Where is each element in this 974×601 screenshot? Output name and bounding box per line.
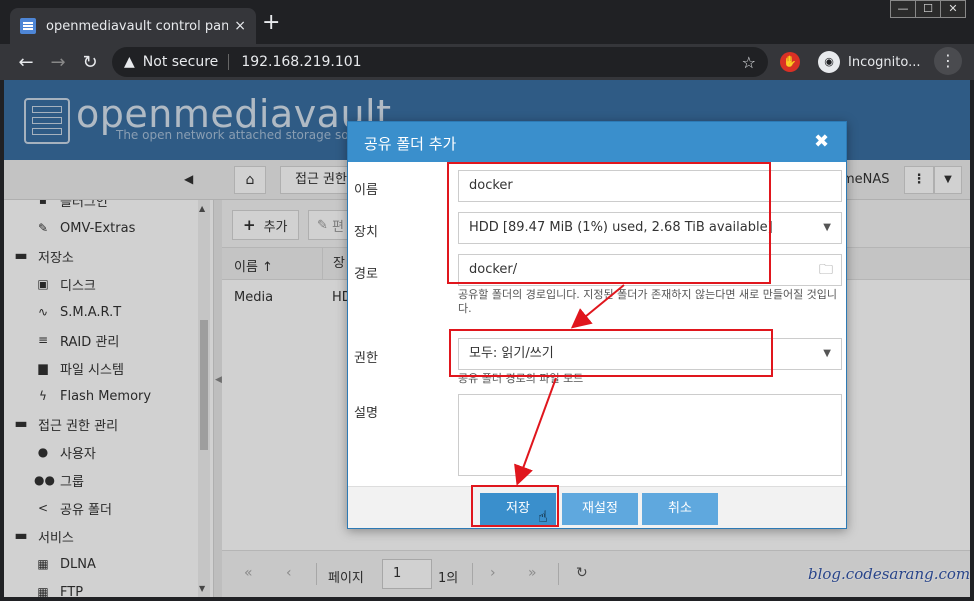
incognito-icon: ◉ bbox=[818, 51, 840, 73]
close-icon[interactable]: ✖ bbox=[814, 131, 829, 152]
reset-button[interactable]: 재설정 bbox=[562, 493, 638, 525]
permission-label: 권한 bbox=[354, 351, 378, 366]
description-label: 설명 bbox=[354, 406, 378, 421]
incognito-label: Incognito... bbox=[848, 54, 921, 70]
forward-button[interactable]: → bbox=[42, 52, 74, 73]
browser-tab-bar: openmediavault control panel - × + — ☐ ✕ bbox=[0, 0, 974, 44]
address-bar[interactable]: ▲ Not secure 192.168.219.101 ☆ bbox=[112, 47, 768, 77]
incognito-indicator[interactable]: ◉ Incognito... bbox=[818, 49, 921, 75]
dialog-title: 공유 폴더 추가 bbox=[364, 135, 457, 153]
window-controls: — ☐ ✕ bbox=[890, 0, 966, 18]
tab-title: openmediavault control panel - bbox=[46, 18, 229, 34]
browser-tab[interactable]: openmediavault control panel - × bbox=[10, 8, 256, 44]
minimize-button[interactable]: — bbox=[890, 0, 916, 18]
description-textarea[interactable] bbox=[458, 394, 842, 476]
dialog-footer: 저장 재설정 취소 ☝ bbox=[348, 486, 846, 528]
chevron-down-icon: ▼ bbox=[823, 222, 831, 233]
warning-triangle-icon: ▲ bbox=[124, 54, 135, 70]
path-hint: 공유할 폴더의 경로입니다. 지정된 폴더가 존재하지 않는다면 새로 만들어질… bbox=[458, 288, 838, 315]
maximize-button[interactable]: ☐ bbox=[915, 0, 941, 18]
browser-menu-button[interactable]: ⋮ bbox=[934, 47, 962, 75]
extension-stop-icon[interactable]: ✋ bbox=[780, 52, 800, 72]
annotation-box-permission bbox=[449, 329, 773, 377]
name-label: 이름 bbox=[354, 183, 378, 198]
url-text[interactable]: 192.168.219.101 bbox=[241, 54, 741, 70]
cancel-button[interactable]: 취소 bbox=[642, 493, 718, 525]
reload-button[interactable]: ↻ bbox=[74, 52, 106, 73]
new-tab-button[interactable]: + bbox=[262, 12, 280, 34]
folder-icon[interactable]: 🗀 bbox=[819, 255, 833, 285]
tab-close-icon[interactable]: × bbox=[234, 18, 246, 34]
omv-page: openmediavault The open network attached… bbox=[4, 80, 970, 597]
bookmark-star-icon[interactable]: ☆ bbox=[742, 53, 756, 72]
omnibox-divider bbox=[228, 54, 230, 70]
omv-favicon-icon bbox=[20, 18, 36, 34]
not-secure-label: Not secure bbox=[142, 54, 219, 70]
path-label: 경로 bbox=[354, 267, 378, 282]
annotation-box-save bbox=[471, 485, 559, 527]
annotation-box-fields bbox=[447, 162, 771, 284]
window-close-button[interactable]: ✕ bbox=[940, 0, 966, 18]
back-button[interactable]: ← bbox=[10, 52, 42, 73]
chevron-down-icon: ▼ bbox=[823, 348, 831, 359]
dialog-header: 공유 폴더 추가 ✖ bbox=[348, 122, 846, 162]
device-label: 장치 bbox=[354, 225, 378, 240]
